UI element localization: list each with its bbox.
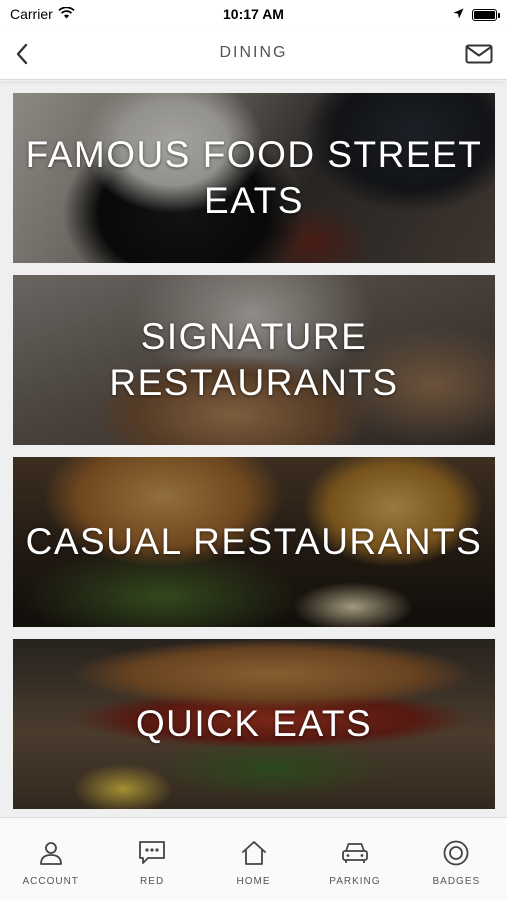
tab-parking[interactable]: PARKING (304, 818, 405, 900)
mail-button[interactable] (463, 40, 495, 68)
tab-label: HOME (236, 876, 271, 887)
tab-label: BADGES (432, 876, 481, 887)
battery-icon (472, 9, 500, 21)
home-icon (239, 838, 269, 868)
category-label: QUICK EATS (135, 703, 373, 744)
location-arrow-icon (453, 6, 464, 24)
category-card-signature-restaurants[interactable]: SIGNATURE RESTAURANTS (13, 275, 495, 445)
car-icon (340, 838, 370, 868)
chat-bubble-icon (137, 838, 167, 868)
category-label: CASUAL RESTAURANTS (25, 521, 483, 562)
tab-red[interactable]: RED (101, 818, 202, 900)
tab-label: RED (140, 876, 165, 887)
dining-categories-list: FAMOUS FOOD STREET EATS SIGNATURE RESTAU… (0, 81, 507, 817)
battery-fill (474, 11, 495, 19)
category-label: FAMOUS FOOD STREET EATS (25, 134, 483, 221)
navigation-bar: DINING (0, 28, 507, 80)
tab-label: PARKING (329, 876, 381, 887)
tab-badges[interactable]: BADGES (406, 818, 507, 900)
category-card-famous-food-street-eats[interactable]: FAMOUS FOOD STREET EATS (13, 93, 495, 263)
category-label: SIGNATURE RESTAURANTS (109, 316, 399, 403)
status-time: 10:17 AM (223, 6, 284, 22)
tab-account[interactable]: ACCOUNT (0, 818, 101, 900)
tab-home[interactable]: HOME (203, 818, 304, 900)
category-card-quick-eats[interactable]: QUICK EATS (13, 639, 495, 809)
envelope-icon (465, 44, 493, 64)
category-card-casual-restaurants[interactable]: CASUAL RESTAURANTS (13, 457, 495, 627)
badge-icon (441, 838, 471, 868)
tab-bar: ACCOUNT RED HOME PARKING BADGES (0, 817, 507, 900)
page-title: DINING (219, 44, 288, 61)
status-bar: Carrier 10:17 AM (0, 0, 507, 28)
tab-label: ACCOUNT (22, 876, 79, 887)
person-icon (36, 838, 66, 868)
